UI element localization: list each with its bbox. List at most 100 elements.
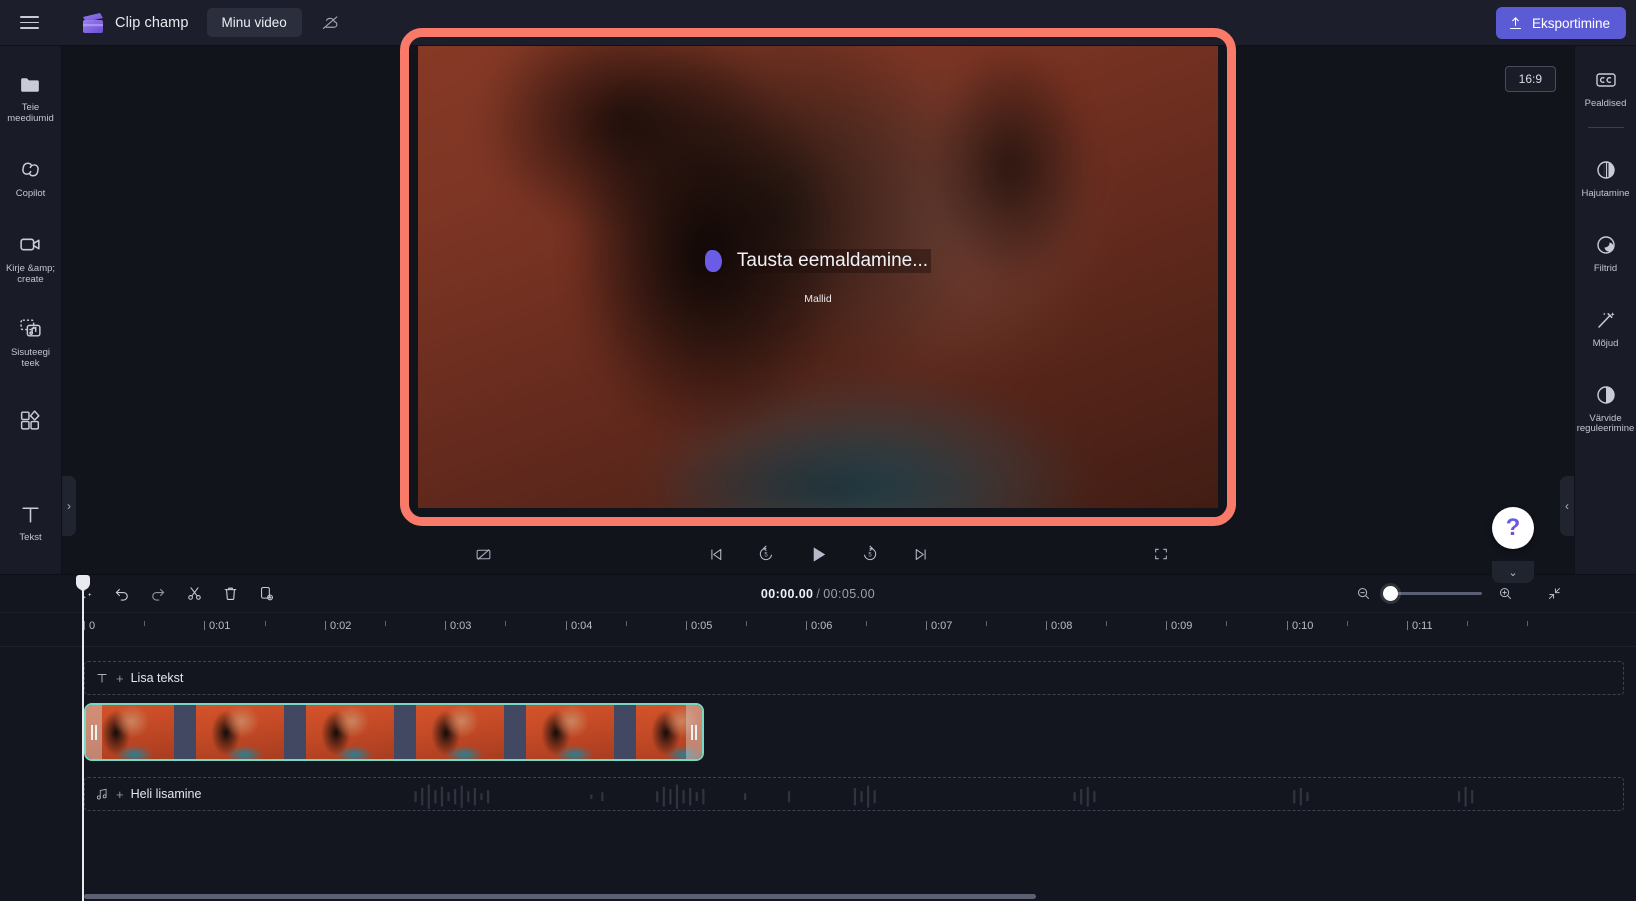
undo-icon[interactable] xyxy=(108,580,136,608)
clip-frame-gap xyxy=(614,705,636,759)
ruler-tick: 0:05 xyxy=(686,620,712,632)
ruler-label: 0:04 xyxy=(571,620,593,632)
fullscreen-icon[interactable] xyxy=(1148,541,1174,567)
sidebar-label: Sisuteegi teek xyxy=(10,346,51,369)
fullscreen-button[interactable] xyxy=(1148,541,1174,567)
property-item-captions[interactable]: Pealdised xyxy=(1575,58,1636,117)
right-sidebar: Pealdised Hajutamine Filtrid Mõjud Värvi… xyxy=(1574,46,1636,574)
help-collapse-button[interactable]: ⌄ xyxy=(1492,561,1534,583)
play-button[interactable] xyxy=(803,539,833,569)
brand: Clip champ xyxy=(80,11,189,35)
zoom-slider-handle[interactable] xyxy=(1383,585,1398,601)
property-item-effects[interactable]: Mõjud xyxy=(1575,298,1636,357)
collapse-left-panel-button[interactable]: › xyxy=(62,476,76,536)
timeline-tracks: + Lisa tekst + Heli lisamine xyxy=(0,647,1636,901)
ruler-tick: 0 xyxy=(84,620,95,632)
clip-thumbnail xyxy=(306,705,394,759)
duplicate-icon[interactable] xyxy=(252,580,280,608)
clip-thumbnail xyxy=(526,705,614,759)
editor-center: 16:9 Tausta eemaldamine... Mallid 5 5 xyxy=(62,28,1574,574)
effects-wand-icon xyxy=(1593,307,1619,333)
timeline-toolbar: 00:00.00/00:05.00 xyxy=(0,575,1636,613)
property-item-filters[interactable]: Filtrid xyxy=(1575,223,1636,282)
delete-trash-icon[interactable] xyxy=(216,580,244,608)
sidebar-item-record-create[interactable]: Kirje &amp; create xyxy=(0,223,62,293)
forward-5s-icon[interactable]: 5 xyxy=(857,541,883,567)
project-name-field[interactable]: Minu video xyxy=(206,8,302,37)
sidebar-item-media[interactable]: Teie meediumid xyxy=(0,62,62,132)
text-t-icon xyxy=(18,501,44,527)
timeline-horizontal-scrollbar[interactable] xyxy=(84,894,1036,899)
timecode-separator: / xyxy=(816,586,821,601)
svg-text:5: 5 xyxy=(764,553,768,559)
ruler-tick-minor xyxy=(1347,621,1348,626)
app-body: Teie meediumid Copilot Kirje &amp; creat… xyxy=(0,28,1636,709)
video-camera-icon xyxy=(18,232,44,258)
current-time: 00:00.00 xyxy=(760,586,814,601)
property-label: Mõjud xyxy=(1592,337,1619,349)
zoom-slider[interactable] xyxy=(1383,585,1482,601)
chevron-down-icon: ⌄ xyxy=(1508,566,1518,579)
fade-icon xyxy=(1593,157,1619,183)
ruler-tick: 0:06 xyxy=(806,620,832,632)
ruler-tick-minor xyxy=(1467,621,1468,626)
rewind-5s-icon[interactable]: 5 xyxy=(753,541,779,567)
ruler-tick: 0:01 xyxy=(204,620,230,632)
zoom-out-icon[interactable] xyxy=(1349,580,1377,608)
transport-controls: 5 5 xyxy=(703,539,933,569)
video-clip[interactable] xyxy=(84,703,704,761)
sidebar-item-content-library[interactable]: Sisuteegi teek xyxy=(0,307,62,377)
ruler-label: 0:05 xyxy=(691,620,713,632)
add-icon: + xyxy=(116,670,124,686)
color-adjust-icon xyxy=(1593,382,1619,408)
property-label: Filtrid xyxy=(1593,262,1618,274)
skip-to-end-icon[interactable] xyxy=(907,541,933,567)
property-item-fade[interactable]: Hajutamine xyxy=(1575,148,1636,207)
ruler-label: 0:03 xyxy=(450,620,472,632)
ruler-tick: 0:10 xyxy=(1287,620,1313,632)
cloud-off-icon[interactable] xyxy=(316,8,346,38)
timeline-panel: 00:00.00/00:05.00 0 0:01 0:02 0:03 0:04 … xyxy=(0,574,1636,901)
ruler-tick-minor xyxy=(1527,621,1528,626)
left-sidebar: Teie meediumid Copilot Kirje &amp; creat… xyxy=(0,46,67,709)
split-scissors-icon[interactable] xyxy=(180,580,208,608)
timeline-playhead[interactable] xyxy=(76,575,90,901)
captions-toggle[interactable] xyxy=(470,541,496,567)
timecode-display: 00:00.00/00:05.00 xyxy=(761,587,875,601)
aspect-ratio-button[interactable]: 16:9 xyxy=(1504,66,1556,92)
text-track-placeholder[interactable]: + Lisa tekst xyxy=(84,661,1624,695)
ruler-tick: 0:04 xyxy=(566,620,592,632)
sidebar-item-shapes[interactable] xyxy=(0,398,62,446)
redo-icon[interactable] xyxy=(144,580,172,608)
loading-spinner-icon xyxy=(704,250,722,272)
captions-off-icon[interactable] xyxy=(470,541,496,567)
sidebar-item-copilot[interactable]: Copilot xyxy=(0,148,62,207)
trim-handle-left[interactable] xyxy=(86,705,102,759)
help-button[interactable]: ? xyxy=(1492,507,1534,549)
property-item-color-adjust[interactable]: Värvide reguleerimine xyxy=(1575,373,1636,442)
ruler-label: 0:09 xyxy=(1171,620,1193,632)
skip-to-start-icon[interactable] xyxy=(703,541,729,567)
ruler-label: 0:07 xyxy=(931,620,953,632)
timeline-ruler[interactable]: 0 0:01 0:02 0:03 0:04 0:05 0:06 0:07 0:0… xyxy=(0,613,1636,647)
add-text-label: Lisa tekst xyxy=(130,671,184,685)
ruler-label: 0:06 xyxy=(811,620,833,632)
ruler-tick-minor xyxy=(626,621,627,626)
ruler-tick-minor xyxy=(1106,621,1107,626)
sidebar-divider xyxy=(1587,126,1624,128)
trim-handle-right[interactable] xyxy=(686,705,702,759)
svg-text:5: 5 xyxy=(868,553,872,559)
ruler-label: 0:11 xyxy=(1412,620,1433,632)
playhead-handle[interactable] xyxy=(76,575,90,590)
collapse-right-panel-button[interactable]: ‹ xyxy=(1560,476,1574,536)
fit-to-screen-icon[interactable] xyxy=(1540,580,1568,608)
processing-row: Tausta eemaldamine... xyxy=(704,249,932,273)
audio-track-placeholder[interactable]: + Heli lisamine xyxy=(84,777,1624,811)
sidebar-item-text[interactable]: Tekst xyxy=(0,492,62,551)
closed-caption-icon xyxy=(1593,67,1619,93)
export-button[interactable]: Eksportimine xyxy=(1495,7,1626,39)
hamburger-menu-icon[interactable] xyxy=(12,6,46,40)
ruler-tick-minor xyxy=(505,621,506,626)
zoom-in-icon[interactable] xyxy=(1491,580,1519,608)
sidebar-label: Kirje &amp; create xyxy=(5,262,56,285)
